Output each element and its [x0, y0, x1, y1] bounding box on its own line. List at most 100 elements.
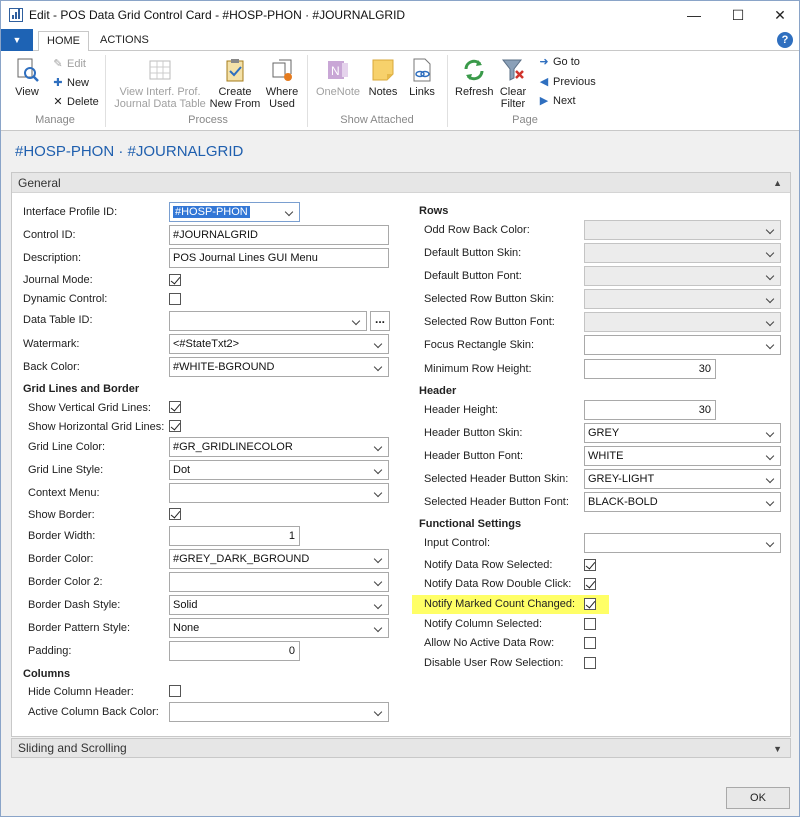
show-border-checkbox[interactable] — [169, 508, 181, 520]
minimize-button[interactable]: — — [679, 5, 709, 25]
padding-field[interactable]: 0 — [169, 641, 300, 661]
sliding-scrolling-fasttab[interactable]: Sliding and Scrolling ▼ — [11, 738, 791, 758]
watermark-label: Watermark: — [23, 338, 80, 350]
dynamic-control-checkbox[interactable] — [169, 293, 181, 305]
notify-column-selected-checkbox[interactable] — [584, 618, 596, 630]
view-interface-profile-button[interactable]: View Interf. Prof. Journal Data Table — [113, 57, 207, 110]
chevron-down-icon[interactable] — [765, 290, 777, 308]
border-color-2-field[interactable] — [169, 572, 389, 592]
chevron-down-icon[interactable] — [373, 484, 385, 502]
chevron-down-icon[interactable] — [765, 470, 777, 488]
where-used-button[interactable]: Where Used — [263, 57, 301, 110]
delete-button[interactable]: ✕ Delete — [51, 93, 98, 111]
chevron-down-icon[interactable] — [351, 312, 363, 330]
disable-user-row-selection-checkbox[interactable] — [584, 657, 596, 669]
border-width-field[interactable]: 1 — [169, 526, 300, 546]
interface-profile-id-label: Interface Profile ID: — [23, 206, 118, 218]
selected-row-button-skin-field[interactable] — [584, 289, 781, 309]
default-button-font-field[interactable] — [584, 266, 781, 286]
new-button[interactable]: ✚ New — [51, 74, 89, 92]
journal-mode-checkbox[interactable] — [169, 274, 181, 286]
previous-button[interactable]: ◀ Previous — [537, 73, 596, 91]
header-height-field[interactable]: 30 — [584, 400, 716, 420]
chevron-down-icon[interactable] — [765, 221, 777, 239]
general-header-label: General — [18, 176, 61, 190]
window-title: Edit - POS Data Grid Control Card - #HOS… — [29, 8, 406, 22]
notify-marked-count-changed-checkbox[interactable] — [584, 598, 596, 610]
border-dash-style-field[interactable]: Solid — [169, 595, 389, 615]
data-table-lookup-button[interactable]: ... — [370, 311, 390, 331]
chevron-down-icon[interactable] — [284, 203, 296, 221]
chevron-down-icon[interactable] — [765, 244, 777, 262]
chevron-down-icon[interactable] — [373, 550, 385, 568]
input-control-field[interactable] — [584, 533, 781, 553]
links-button[interactable]: Links — [405, 57, 439, 98]
grid-line-style-field[interactable]: Dot — [169, 460, 389, 480]
show-vertical-grid-lines-checkbox[interactable] — [169, 401, 181, 413]
active-column-back-color-field[interactable] — [169, 702, 389, 722]
grid-line-color-field[interactable]: #GR_GRIDLINECOLOR — [169, 437, 389, 457]
help-icon[interactable]: ? — [777, 32, 793, 48]
hide-column-header-checkbox[interactable] — [169, 685, 181, 697]
group-label-show-attached: Show Attached — [340, 114, 414, 126]
odd-row-back-color-field[interactable] — [584, 220, 781, 240]
back-color-field[interactable]: #WHITE-BGROUND — [169, 357, 389, 377]
chevron-down-icon[interactable] — [765, 313, 777, 331]
chevron-down-icon[interactable] — [765, 447, 777, 465]
next-button[interactable]: ▶ Next — [537, 92, 576, 110]
chevron-down-icon[interactable] — [765, 493, 777, 511]
onenote-button[interactable]: N OneNote — [315, 57, 361, 98]
close-button[interactable]: ✕ — [765, 5, 795, 25]
header-button-skin-field[interactable]: GREY — [584, 423, 781, 443]
notify-data-row-double-click-checkbox[interactable] — [584, 578, 596, 590]
border-pattern-style-field[interactable]: None — [169, 618, 389, 638]
chevron-down-icon[interactable] — [373, 358, 385, 376]
chevron-down-icon[interactable] — [373, 596, 385, 614]
chevron-down-icon[interactable] — [373, 438, 385, 456]
refresh-button[interactable]: Refresh — [455, 57, 494, 98]
create-new-from-button[interactable]: Create New From — [209, 57, 261, 110]
arrow-right-icon: ➜ — [539, 56, 549, 68]
focus-rectangle-skin-field[interactable] — [584, 335, 781, 355]
chevron-down-icon[interactable] — [765, 336, 777, 354]
context-menu-field[interactable] — [169, 483, 389, 503]
chevron-down-icon[interactable] — [373, 703, 385, 721]
default-button-skin-field[interactable] — [584, 243, 781, 263]
header-button-font-field[interactable]: WHITE — [584, 446, 781, 466]
tab-actions[interactable]: ACTIONS — [92, 31, 157, 52]
create-label-2: New From — [209, 98, 261, 110]
chevron-down-icon[interactable] — [373, 461, 385, 479]
selected-header-button-skin-field[interactable]: GREY-LIGHT — [584, 469, 781, 489]
chevron-down-icon[interactable] — [373, 619, 385, 637]
border-color-field[interactable]: #GREY_DARK_BGROUND — [169, 549, 389, 569]
general-header[interactable]: General ▲ — [12, 173, 790, 193]
chevron-down-icon[interactable]: ▼ — [773, 740, 782, 758]
ok-button[interactable]: OK — [726, 787, 790, 809]
control-id-field[interactable]: #JOURNALGRID — [169, 225, 389, 245]
chevron-down-icon[interactable] — [765, 424, 777, 442]
selected-header-button-font-field[interactable]: BLACK-BOLD — [584, 492, 781, 512]
description-field[interactable]: POS Journal Lines GUI Menu — [169, 248, 389, 268]
data-table-id-field[interactable] — [169, 311, 367, 331]
chevron-down-icon[interactable] — [373, 573, 385, 591]
go-to-button[interactable]: ➜ Go to — [537, 53, 580, 71]
ribbon-separator — [105, 55, 106, 127]
allow-no-active-data-row-checkbox[interactable] — [584, 637, 596, 649]
edit-button[interactable]: ✎ Edit — [51, 55, 86, 73]
chevron-up-icon[interactable]: ▲ — [773, 173, 782, 193]
maximize-button[interactable]: ☐ — [723, 5, 753, 25]
chevron-down-icon[interactable] — [373, 335, 385, 353]
selected-row-button-font-field[interactable] — [584, 312, 781, 332]
file-menu-button[interactable]: ▼ — [1, 29, 33, 51]
show-horizontal-grid-lines-checkbox[interactable] — [169, 420, 181, 432]
interface-profile-id-field[interactable]: #HOSP-PHON — [169, 202, 300, 222]
chevron-down-icon[interactable] — [765, 534, 777, 552]
notify-data-row-selected-checkbox[interactable] — [584, 559, 596, 571]
chevron-down-icon[interactable] — [765, 267, 777, 285]
clear-filter-button[interactable]: Clear Filter — [497, 57, 529, 110]
watermark-field[interactable]: <#StateTxt2> — [169, 334, 389, 354]
tab-home[interactable]: HOME — [38, 31, 89, 52]
minimum-row-height-field[interactable]: 30 — [584, 359, 716, 379]
view-button[interactable]: View — [9, 57, 45, 98]
notes-button[interactable]: Notes — [365, 57, 401, 98]
